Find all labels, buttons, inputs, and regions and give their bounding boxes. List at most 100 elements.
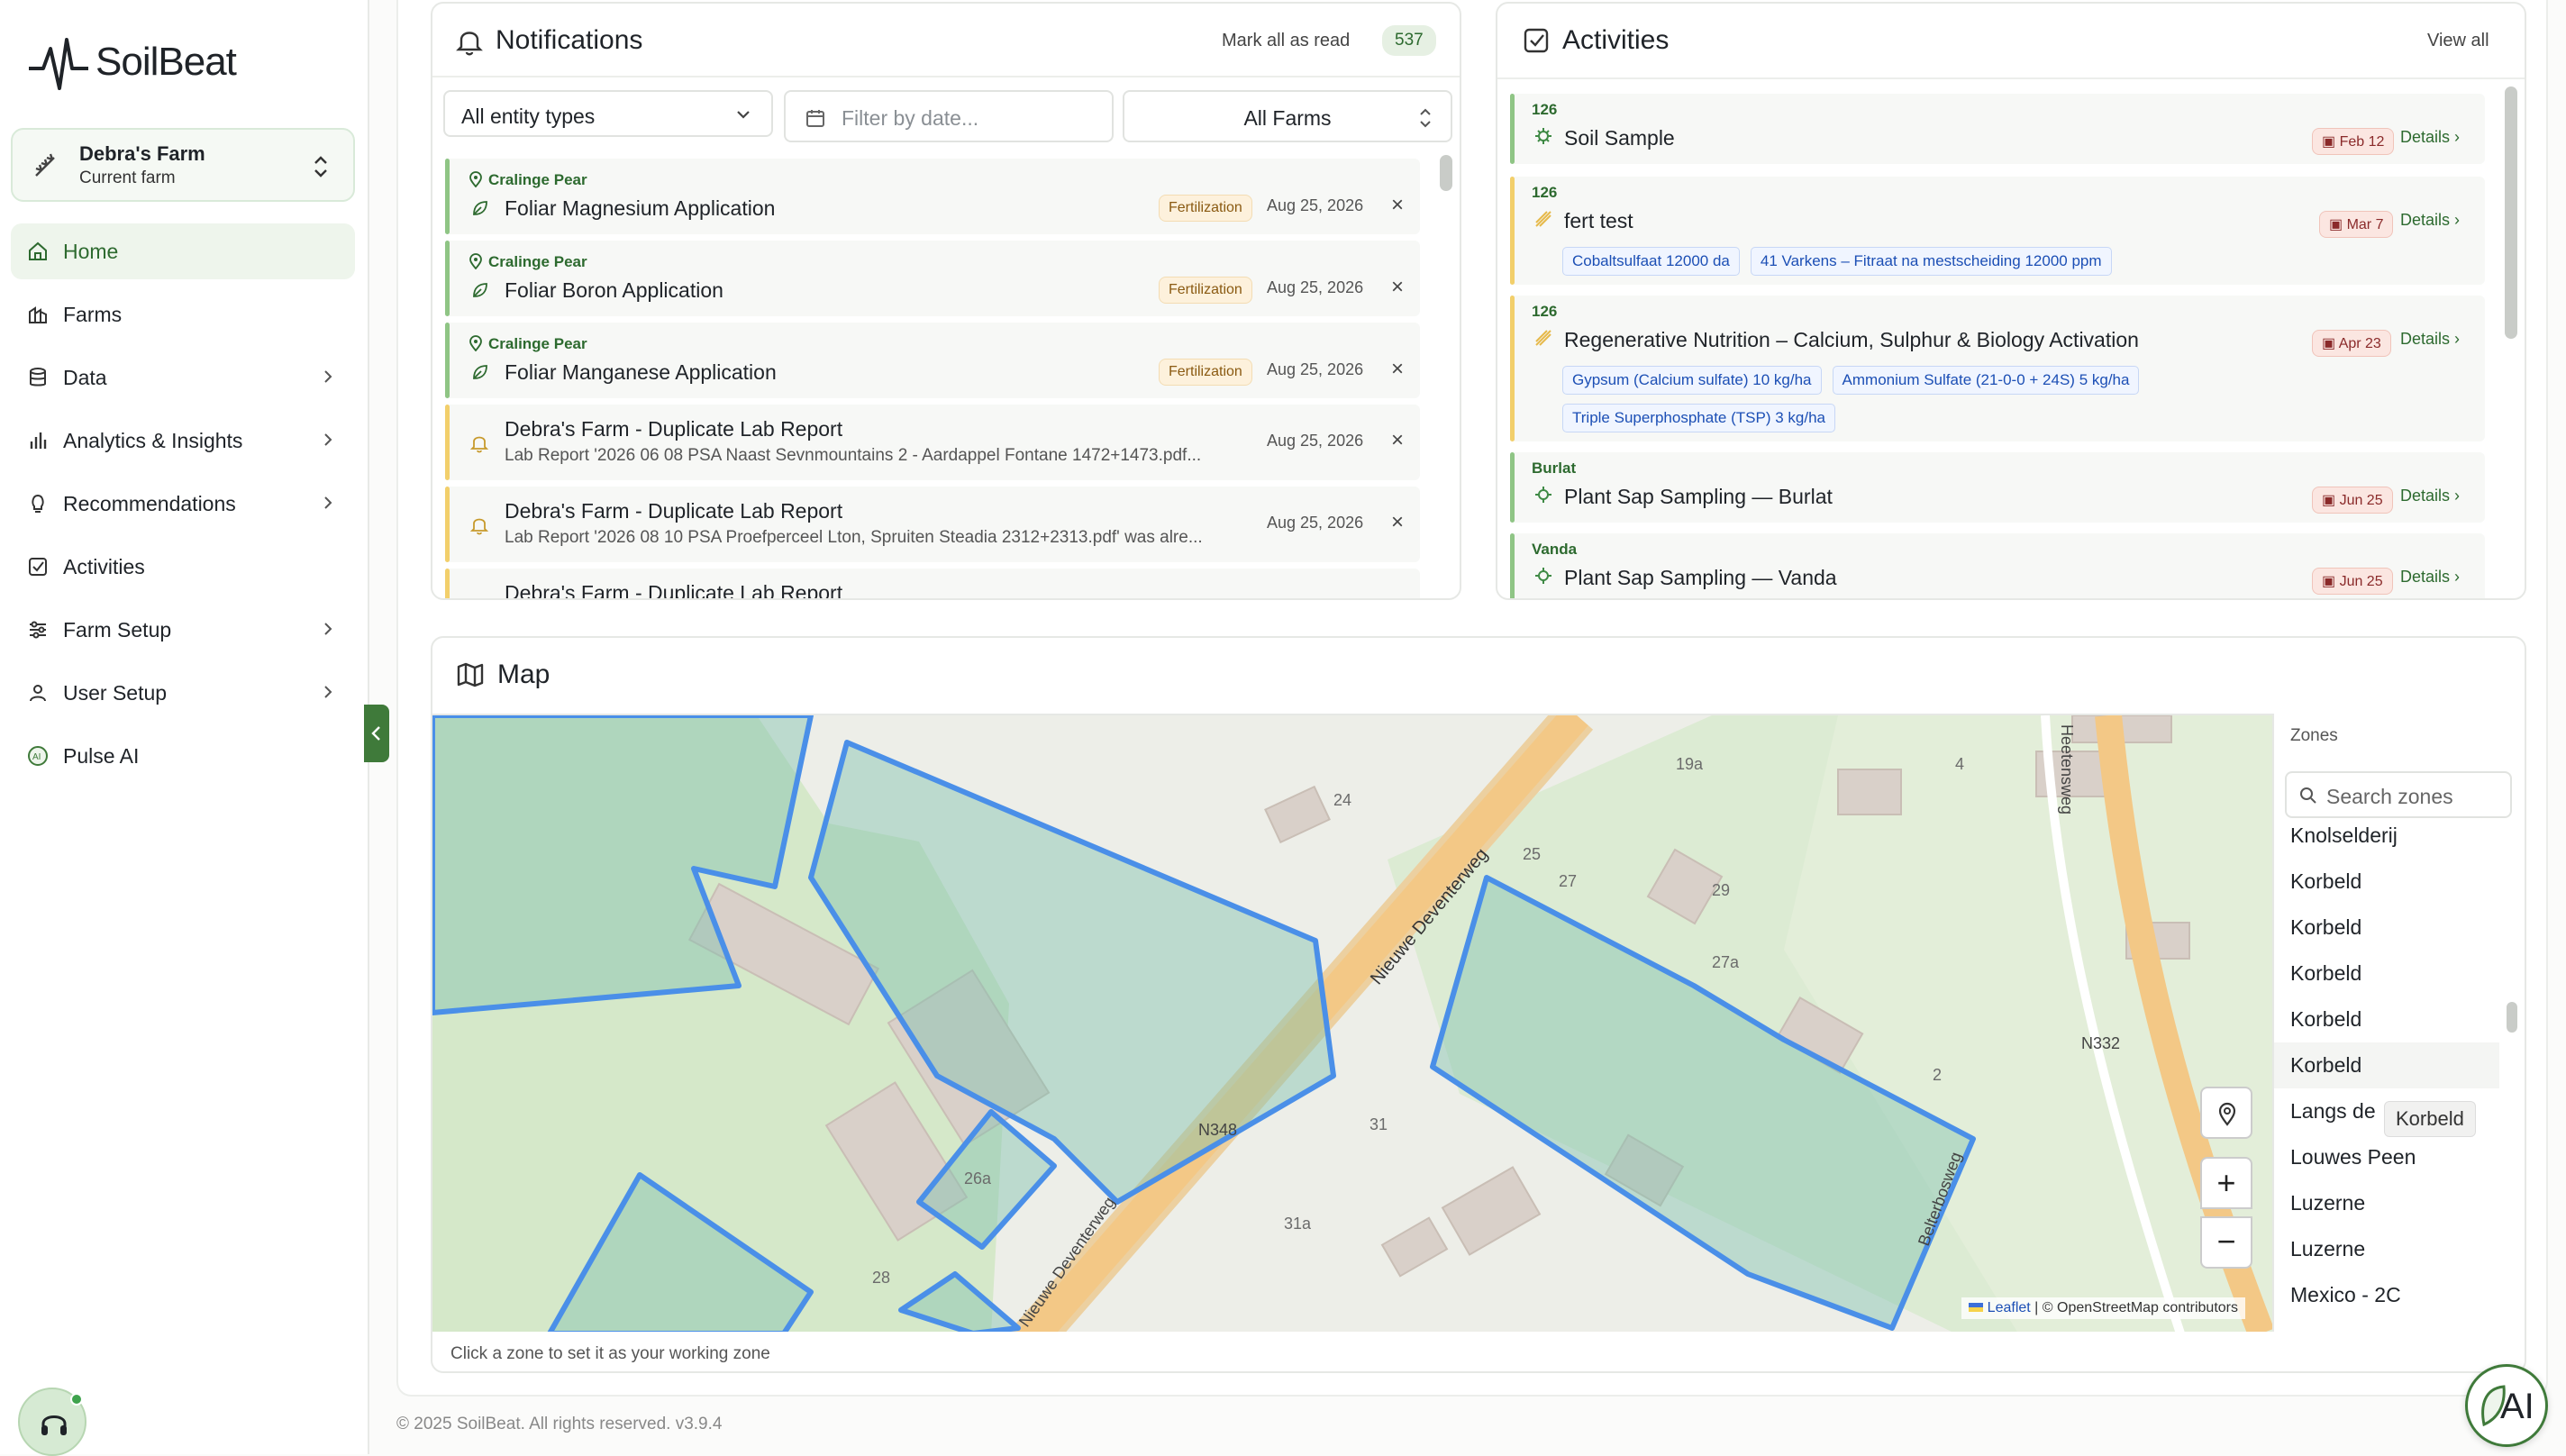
activity-title: fert test [1564, 209, 1633, 232]
dismiss-button[interactable]: × [1391, 510, 1404, 535]
map-icon [457, 662, 484, 687]
notification-item[interactable]: Debra's Farm - Duplicate Lab Report [445, 569, 1420, 598]
activity-item[interactable]: 126 fert test ▣ Mar 7 Details › Cobaltsu… [1510, 177, 2485, 285]
activity-item[interactable]: 126 Regenerative Nutrition – Calcium, Su… [1510, 296, 2485, 441]
notification-title: Foliar Boron Application [505, 278, 723, 302]
nav-label: Activities [63, 554, 145, 578]
chevron-updown-icon [314, 156, 327, 177]
activity-item[interactable]: Vanda Plant Sap Sampling — Vanda ▣ Jun 2… [1510, 533, 2485, 598]
farms-select[interactable]: All Farms [1123, 90, 1452, 142]
zone-item[interactable]: Louwes Peen [2274, 1134, 2499, 1180]
notifications-scrollbar[interactable] [1440, 155, 1452, 191]
nav-item-analytics[interactable]: Analytics & Insights [11, 413, 355, 469]
zone-item[interactable]: Luzerne [2274, 1226, 2499, 1272]
osm-link[interactable]: © OpenStreetMap contributors [2043, 1300, 2238, 1315]
details-link[interactable]: Details › [2400, 568, 2460, 587]
nav-item-activities[interactable]: Activities [11, 539, 355, 595]
zone-item[interactable]: Luzerne [2274, 1180, 2499, 1226]
nav-item-pulse-ai[interactable]: AI Pulse AI [11, 728, 355, 784]
notification-item[interactable]: Debra's Farm - Duplicate Lab Report Lab … [445, 487, 1420, 562]
dismiss-button[interactable]: × [1391, 193, 1404, 218]
notifications-list[interactable]: Cralinge Pear Foliar Magnesium Applicati… [432, 155, 1451, 598]
map-canvas[interactable]: Nieuwe Deventerweg N348 N332 Heetensweg … [432, 714, 2272, 1332]
nav-item-farm-setup[interactable]: Farm Setup [11, 602, 355, 658]
activity-title: Regenerative Nutrition – Calcium, Sulphu… [1564, 328, 2139, 351]
activities-scrollbar[interactable] [2505, 86, 2517, 339]
house-number: 31a [1284, 1215, 1312, 1233]
calendar-icon: ▣ [2322, 574, 2340, 589]
ai-icon: AI [28, 746, 48, 766]
zone-item[interactable]: Korbeld [2274, 1042, 2499, 1088]
zoom-in-button[interactable]: + [2200, 1157, 2252, 1209]
zone-item[interactable]: Knolselderij [2274, 824, 2499, 859]
zones-search[interactable]: Search zones [2285, 771, 2512, 818]
brand-name: SoilBeat [96, 40, 237, 84]
product-tags: Gypsum (Calcium sulfate) 10 kg/ha Ammoniu… [1562, 366, 2150, 395]
house-number: 28 [872, 1269, 890, 1287]
notification-accent-bar [445, 241, 450, 316]
chevron-right-icon [324, 686, 332, 698]
zones-header: Zones [2290, 726, 2338, 745]
details-link[interactable]: Details › [2400, 211, 2460, 230]
mark-all-read-button[interactable]: Mark all as read [1222, 31, 1350, 51]
calendar-icon: ▣ [2322, 336, 2339, 351]
zone-item[interactable]: Mexico - 2C [2274, 1272, 2499, 1318]
sample-icon [1535, 568, 1551, 584]
zones-list[interactable]: Knolselderij Korbeld Korbeld Korbeld Kor… [2274, 824, 2499, 1330]
checkbox-icon [29, 558, 47, 576]
farm-switcher[interactable]: Debra's Farm Current farm [11, 128, 355, 202]
entity-type-select[interactable]: All entity types [443, 90, 773, 137]
details-link[interactable]: Details › [2400, 128, 2460, 147]
chevron-updown-icon [1420, 108, 1431, 128]
details-label: Details [2400, 330, 2451, 348]
nav-label: Pulse AI [63, 743, 140, 768]
nav-item-recommendations[interactable]: Recommendations [11, 476, 355, 532]
zone-item[interactable]: Korbeld [2274, 859, 2499, 905]
activity-date-text: Feb 12 [2339, 134, 2385, 150]
pulse-ai-fab[interactable]: AI [2465, 1364, 2548, 1447]
notification-item[interactable]: Debra's Farm - Duplicate Lab Report Lab … [445, 405, 1420, 480]
nav-item-data[interactable]: Data [11, 350, 355, 405]
sidebar-collapse-toggle[interactable] [364, 705, 389, 762]
search-icon [2300, 787, 2316, 804]
zone-item[interactable]: Korbeld [2274, 951, 2499, 996]
nav-item-home[interactable]: Home [11, 223, 355, 279]
view-all-link[interactable]: View all [2427, 31, 2489, 51]
product-name: 41 Varkens – Fitraat na mestscheiding [1760, 252, 2021, 269]
nav-label: Analytics & Insights [63, 428, 243, 452]
locate-button[interactable] [2200, 1087, 2252, 1139]
activity-item[interactable]: Burlat Plant Sap Sampling — Burlat ▣ Jun… [1510, 452, 2485, 523]
zones-scrollbar[interactable] [2507, 1002, 2517, 1033]
activity-date: ▣ Feb 12 [2312, 128, 2395, 155]
dismiss-button[interactable]: × [1391, 428, 1404, 453]
brand-logo[interactable]: SoilBeat [27, 31, 237, 94]
nav-label: Farms [63, 302, 123, 326]
nav-label: Farm Setup [63, 617, 172, 642]
details-link[interactable]: Details › [2400, 487, 2460, 505]
dismiss-button[interactable]: × [1391, 275, 1404, 300]
date-filter-input[interactable]: Filter by date... [784, 90, 1114, 142]
activity-tag: 126 [1532, 184, 1558, 201]
zone-item[interactable]: Korbeld [2274, 996, 2499, 1042]
map-tiles[interactable]: Nieuwe Deventerweg N348 N332 Heetensweg … [432, 715, 2272, 1332]
nav-item-farms[interactable]: Farms [11, 287, 355, 342]
database-icon [30, 368, 46, 387]
leaf-icon [473, 365, 487, 379]
dismiss-button[interactable]: × [1391, 357, 1404, 382]
chevron-down-icon [737, 111, 750, 119]
details-link[interactable]: Details › [2400, 330, 2460, 349]
notification-item[interactable]: Cralinge Pear Foliar Boron Application F… [445, 241, 1420, 316]
activity-item[interactable]: 126 Soil Sample ▣ Feb 12 Details › [1510, 94, 2485, 164]
activities-list[interactable]: 126 Soil Sample ▣ Feb 12 Details › 126 f… [1497, 81, 2516, 598]
chevron-right-icon: › [2454, 211, 2461, 229]
notification-item[interactable]: Cralinge Pear Foliar Manganese Applicati… [445, 323, 1420, 398]
leaflet-link[interactable]: Leaflet [1988, 1300, 2031, 1315]
support-button[interactable] [18, 1388, 86, 1456]
calendar-icon [806, 110, 824, 127]
nav-item-user-setup[interactable]: User Setup [11, 665, 355, 721]
notification-item[interactable]: Cralinge Pear Foliar Magnesium Applicati… [445, 159, 1420, 234]
zone-item[interactable]: Korbeld [2274, 905, 2499, 951]
zoom-out-button[interactable]: − [2200, 1216, 2252, 1269]
notification-badge: Fertilization [1159, 277, 1252, 304]
footer-copyright: © 2025 SoilBeat. All rights reserved. v3… [396, 1415, 723, 1433]
